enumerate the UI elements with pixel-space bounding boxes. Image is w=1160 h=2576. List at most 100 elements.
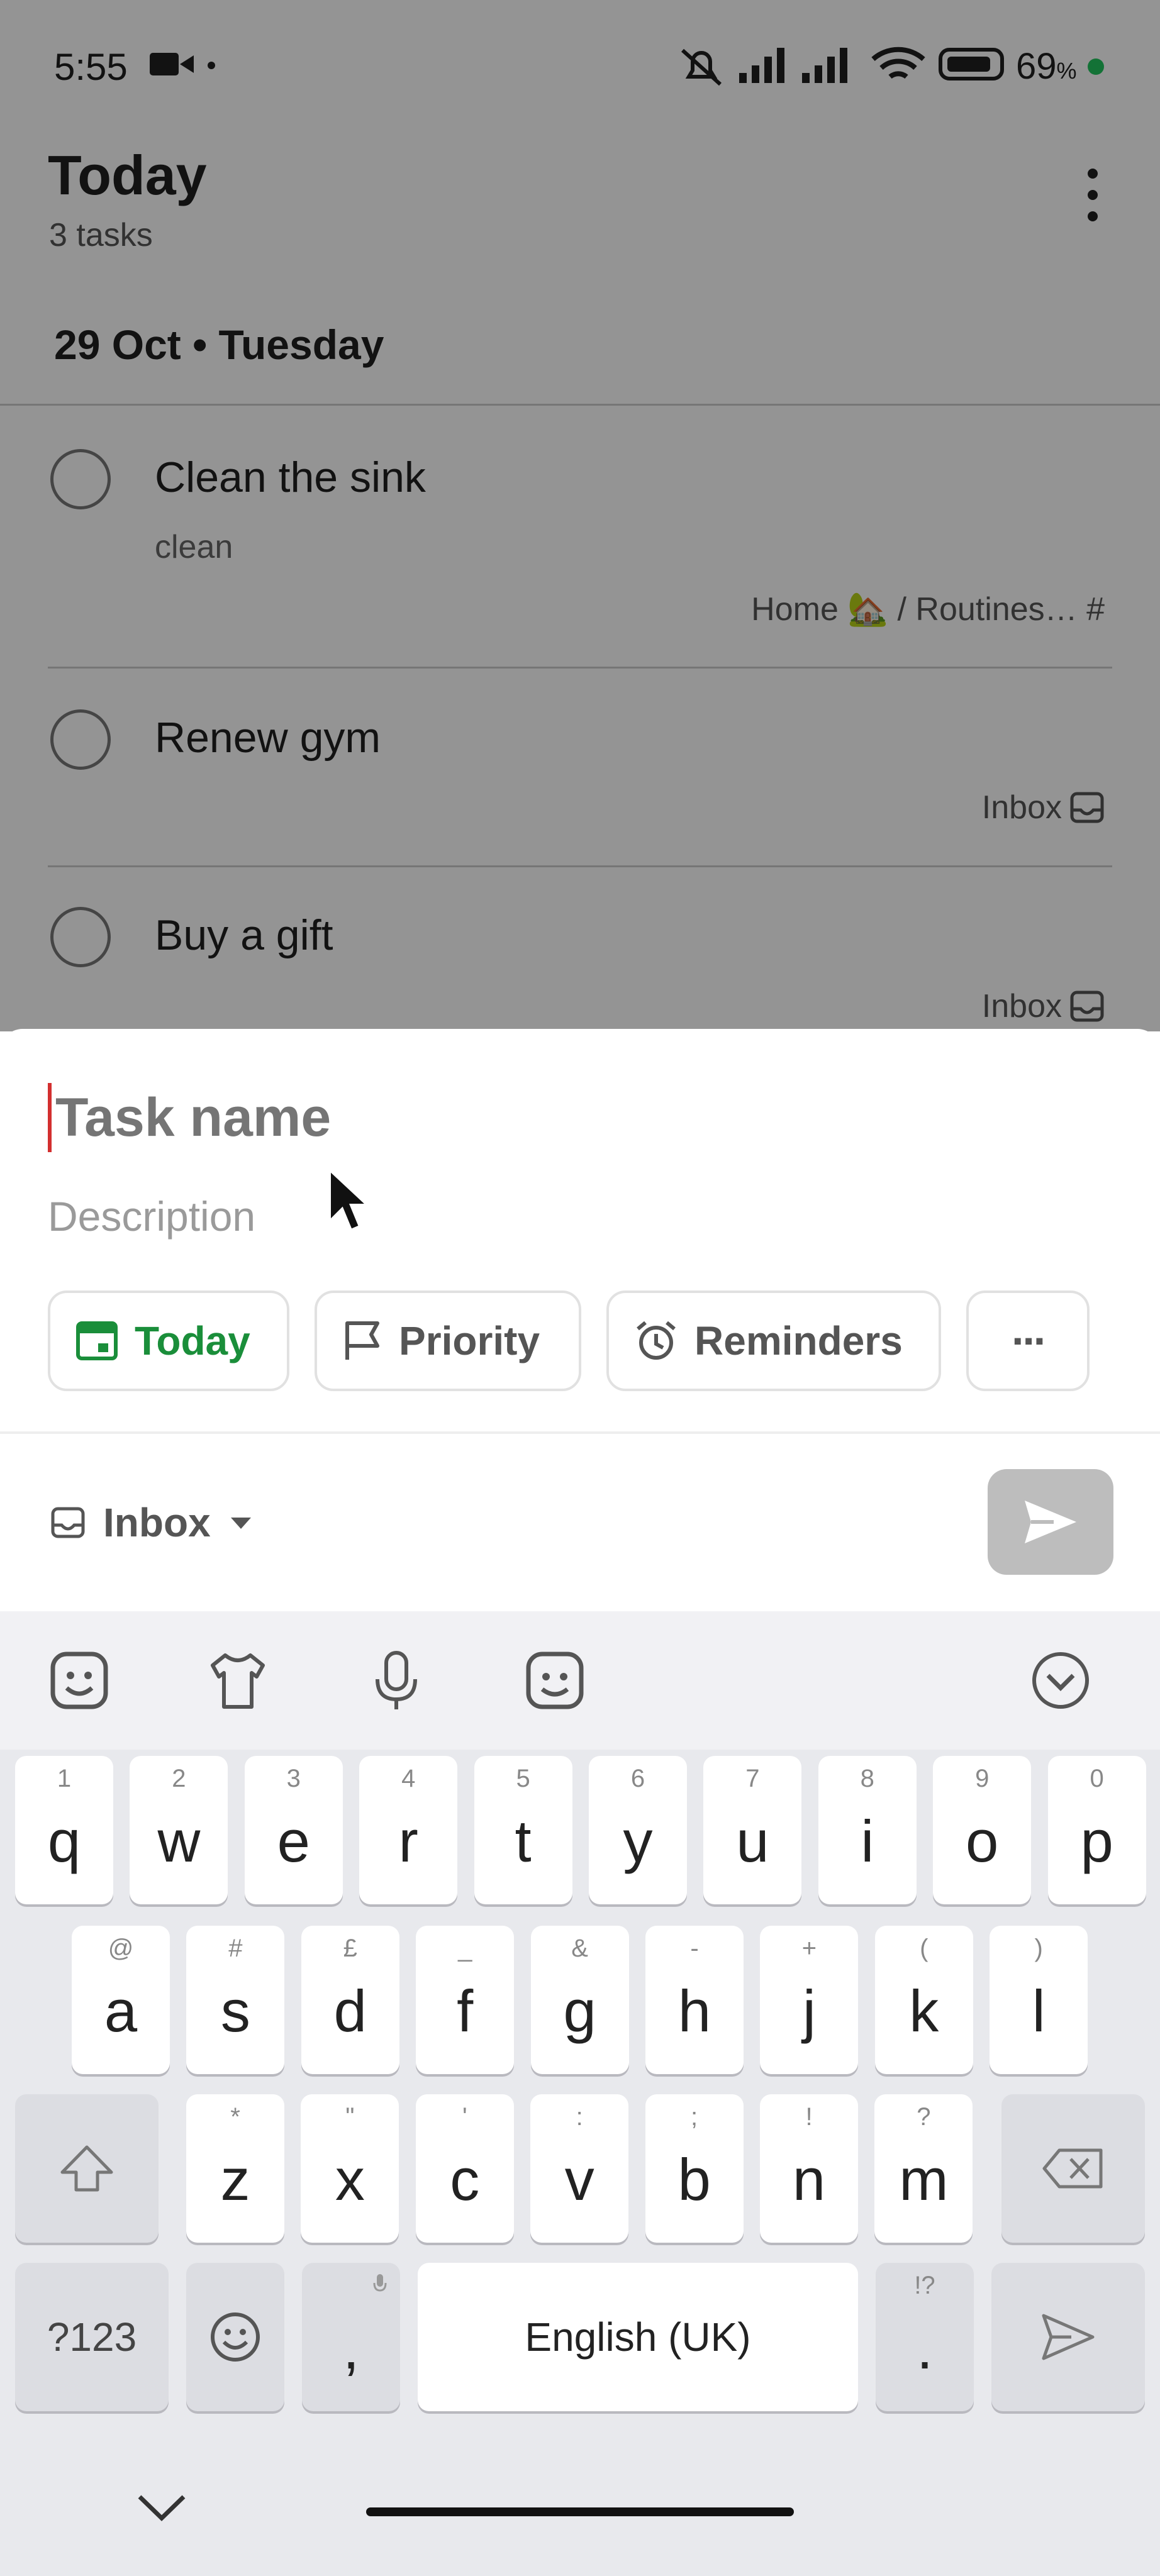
- period-key[interactable]: !?.: [876, 2263, 974, 2411]
- key-hint: 9: [975, 1765, 990, 1792]
- key-s[interactable]: # s: [186, 1926, 285, 2074]
- description-input[interactable]: Description: [48, 1192, 255, 1240]
- key-g[interactable]: & g: [530, 1926, 629, 2074]
- key-r[interactable]: 4r: [359, 1756, 458, 1904]
- key-label: m: [899, 2146, 949, 2212]
- keyboard-toolbar: [0, 1611, 1160, 1750]
- key-hint: @: [108, 1935, 134, 1962]
- key-h[interactable]: -h: [645, 1926, 744, 2074]
- more-actions-chip[interactable]: ···: [966, 1291, 1090, 1391]
- key-hint: :: [576, 2103, 583, 2131]
- key-m[interactable]: ? m: [874, 2094, 973, 2243]
- key-label: u: [736, 1808, 769, 1874]
- mic-hint-icon: [373, 2274, 387, 2292]
- key-hint: *: [230, 2103, 240, 2131]
- calendar-icon: [76, 1321, 118, 1360]
- key-label: k: [909, 1978, 939, 2044]
- priority-chip[interactable]: Priority: [315, 1291, 581, 1391]
- flag-icon: [345, 1321, 379, 1360]
- sheet-divider: [0, 1431, 1160, 1434]
- key-j[interactable]: + j: [760, 1926, 859, 2074]
- comma-key[interactable]: ,: [302, 2263, 400, 2411]
- key-b[interactable]: ; b: [645, 2094, 744, 2243]
- key-e[interactable]: 3e: [244, 1756, 343, 1904]
- emoji-key[interactable]: [186, 2263, 284, 2411]
- key-hint: (: [920, 1935, 929, 1962]
- key-label: g: [563, 1978, 596, 2044]
- modal-scrim[interactable]: [0, 0, 1160, 1031]
- key-hint: 8: [860, 1765, 874, 1792]
- key-label: e: [277, 1808, 310, 1874]
- key-l[interactable]: ) l: [990, 1926, 1088, 2074]
- key-w[interactable]: 2w: [130, 1756, 228, 1904]
- alarm-clock-icon: [637, 1321, 676, 1360]
- microphone-icon[interactable]: [365, 1649, 428, 1712]
- key-hint: _: [458, 1935, 472, 1962]
- smiley-icon: [211, 2312, 260, 2362]
- key-hint: 4: [401, 1765, 416, 1792]
- sticker-icon[interactable]: [48, 1649, 111, 1712]
- key-label: n: [792, 2146, 826, 2212]
- project-selector[interactable]: Inbox: [50, 1499, 254, 1546]
- key-p[interactable]: 0p: [1047, 1756, 1146, 1904]
- key-label: i: [861, 1808, 874, 1874]
- key-c[interactable]: ' c: [415, 2094, 514, 2243]
- home-indicator[interactable]: [366, 2507, 794, 2516]
- emoji-panel-icon[interactable]: [523, 1649, 586, 1712]
- key-hint: 7: [745, 1765, 760, 1792]
- task-name-input[interactable]: [55, 1086, 810, 1149]
- key-o[interactable]: 9o: [933, 1756, 1032, 1904]
- key-d[interactable]: £ d: [301, 1926, 399, 2074]
- key-hint: -: [690, 1935, 699, 1962]
- collapse-keyboard-icon[interactable]: [1029, 1649, 1092, 1712]
- key-f[interactable]: _ f: [416, 1926, 515, 2074]
- inbox-icon: [51, 1507, 85, 1538]
- send-button[interactable]: [988, 1469, 1113, 1575]
- key-hint: 2: [172, 1765, 186, 1792]
- key-label: o: [966, 1808, 999, 1874]
- enter-key[interactable]: [991, 2263, 1145, 2411]
- symbols-key[interactable]: ?123: [15, 2263, 169, 2411]
- dropdown-arrow-icon: [230, 1518, 251, 1529]
- key-u[interactable]: 7u: [703, 1756, 802, 1904]
- key-v[interactable]: :v: [530, 2094, 629, 2243]
- key-label: b: [678, 2146, 711, 2212]
- key-label: q: [47, 1808, 81, 1874]
- key-label: f: [457, 1978, 474, 2044]
- theme-shirt-icon[interactable]: [206, 1649, 269, 1712]
- hide-keyboard-chevron-icon[interactable]: [133, 2490, 190, 2526]
- key-hint: ': [462, 2103, 467, 2131]
- shift-key[interactable]: [15, 2094, 159, 2243]
- mouse-cursor-icon: [328, 1167, 371, 1232]
- key-q[interactable]: 1q: [15, 1756, 113, 1904]
- key-i[interactable]: 8i: [818, 1756, 917, 1904]
- key-k[interactable]: (k: [874, 1926, 973, 2074]
- key-hint: 1: [57, 1765, 72, 1792]
- key-z[interactable]: * z: [186, 2094, 284, 2243]
- key-x[interactable]: " x: [301, 2094, 399, 2243]
- key-t[interactable]: 5t: [474, 1756, 572, 1904]
- today-chip[interactable]: Today: [48, 1291, 289, 1391]
- key-label: d: [333, 1978, 367, 2044]
- key-hint: 3: [286, 1765, 301, 1792]
- shift-arrow-icon: [60, 2145, 113, 2192]
- send-arrow-icon: [1042, 2314, 1095, 2360]
- key-label: j: [802, 1978, 816, 2044]
- key-n[interactable]: ! n: [760, 2094, 858, 2243]
- backspace-key[interactable]: [1001, 2094, 1145, 2243]
- project-label: Inbox: [103, 1500, 211, 1545]
- key-y[interactable]: 6y: [589, 1756, 687, 1904]
- reminders-chip[interactable]: Reminders: [606, 1291, 941, 1391]
- space-key[interactable]: English (UK): [418, 2263, 858, 2411]
- key-label: p: [1080, 1808, 1113, 1874]
- key-a[interactable]: @ a: [72, 1926, 170, 2074]
- key-label: s: [220, 1978, 250, 2044]
- key-hint: 5: [516, 1765, 530, 1792]
- key-hint: ": [345, 2103, 355, 2131]
- key-label: l: [1032, 1978, 1046, 2044]
- key-label: v: [564, 2146, 594, 2212]
- key-hint: &: [571, 1935, 588, 1962]
- task-name-field[interactable]: [48, 1083, 810, 1152]
- key-hint: ): [1034, 1935, 1043, 1962]
- more-dots-icon: ···: [1012, 1316, 1048, 1365]
